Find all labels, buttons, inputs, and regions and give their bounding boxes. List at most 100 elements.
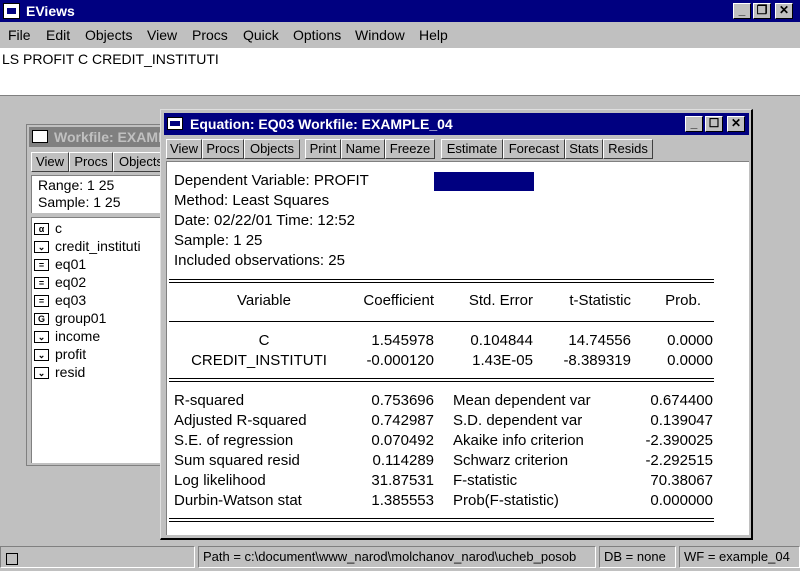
object-name: c [55, 220, 62, 236]
stat-label: Prob(F-statistic) [453, 492, 559, 509]
equation-minimize-button[interactable]: _ [685, 116, 703, 132]
restore-button[interactable]: ❐ [753, 3, 771, 19]
object-name: profit [55, 346, 87, 362]
menu-help[interactable]: Help [419, 27, 448, 43]
col-header-variable: Variable [237, 292, 291, 309]
status-indicator-icon [6, 553, 18, 565]
eq-procs-button[interactable]: Procs [202, 139, 244, 159]
col-header-prob: Prob. [665, 292, 701, 309]
stat-value: 0.000000 [650, 492, 713, 509]
equation-window[interactable]: Equation: EQ03 Workfile: EXAMPLE_04 _ ☐ … [160, 109, 753, 540]
stat-label: Durbin-Watson stat [174, 492, 302, 509]
menu-edit[interactable]: Edit [46, 27, 70, 43]
stat-label: R-squared [174, 392, 245, 409]
col-header-std-error: Std. Error [468, 292, 533, 309]
workfile-title-bar[interactable]: Workfile: EXAMPLE_04 [29, 127, 171, 147]
equation-output[interactable]: Dependent Variable: PROFIT Method: Least… [166, 161, 749, 535]
workfile-toolbar: View Procs Objects [31, 152, 173, 174]
eq-resids-button[interactable]: Resids [603, 139, 653, 159]
equation-title: Equation: EQ03 Workfile: EXAMPLE_04 [190, 116, 453, 132]
close-button[interactable]: ✕ [775, 3, 793, 19]
menu-procs[interactable]: Procs [192, 27, 228, 43]
stat-label: Adjusted R-squared [174, 412, 307, 429]
equation-window-icon[interactable] [167, 117, 183, 130]
menu-view[interactable]: View [147, 27, 177, 43]
status-bar: Path = c:\document\www_narod\molchanov_n… [0, 544, 800, 571]
status-message-panel [0, 546, 195, 568]
row-std-error: 1.43E-05 [472, 352, 533, 369]
menu-file[interactable]: File [8, 27, 31, 43]
workfile-sample: Sample: 1 25 [38, 194, 121, 210]
table-top-rule [169, 279, 714, 283]
workfile-procs-button[interactable]: Procs [69, 152, 113, 172]
equation-title-bar[interactable]: Equation: EQ03 Workfile: EXAMPLE_04 _ ☐ … [164, 113, 749, 135]
table-mid-rule [169, 378, 714, 382]
command-window[interactable]: LS PROFIT C CREDIT_INSTITUTI [0, 48, 800, 96]
workfile-window[interactable]: Workfile: EXAMPLE_04 View Procs Objects … [26, 124, 174, 466]
table-bottom-rule [169, 518, 714, 522]
dependent-variable-line: Dependent Variable: PROFIT [174, 172, 369, 189]
eq-estimate-button[interactable]: Estimate [441, 139, 503, 159]
eq-print-button[interactable]: Print [305, 139, 341, 159]
command-text[interactable]: LS PROFIT C CREDIT_INSTITUTI [2, 51, 219, 67]
col-header-coefficient: Coefficient [363, 292, 434, 309]
menu-window[interactable]: Window [355, 27, 405, 43]
stat-value: 0.070492 [371, 432, 434, 449]
method-line: Method: Least Squares [174, 192, 330, 209]
row-t-statistic: 14.74556 [568, 332, 631, 349]
minimize-button[interactable]: _ [733, 3, 751, 19]
stat-value: 70.38067 [650, 472, 713, 489]
eq-view-button[interactable]: View [166, 139, 202, 159]
status-db: DB = none [599, 546, 676, 568]
object-name: income [55, 328, 101, 344]
row-prob: 0.0000 [667, 352, 713, 369]
workfile-range-panel[interactable]: Range: 1 25 Sample: 1 25 [31, 175, 171, 213]
eq-name-button[interactable]: Name [341, 139, 385, 159]
stat-value: -2.292515 [645, 452, 713, 469]
equation-icon: = [34, 277, 49, 289]
eq-stats-button[interactable]: Stats [565, 139, 603, 159]
table-header-rule [169, 321, 714, 322]
equation-close-button[interactable]: ✕ [727, 116, 745, 132]
status-path: Path = c:\document\www_narod\molchanov_n… [198, 546, 596, 568]
equation-maximize-button[interactable]: ☐ [705, 116, 723, 132]
equation-icon: = [34, 295, 49, 307]
observations-line: Included observations: 25 [174, 252, 345, 269]
eq-objects-button[interactable]: Objects [244, 139, 300, 159]
selection-highlight [434, 172, 534, 191]
sample-line: Sample: 1 25 [174, 232, 263, 249]
object-name: eq03 [55, 292, 87, 308]
stat-label: Log likelihood [174, 472, 266, 489]
menu-options[interactable]: Options [293, 27, 341, 43]
menu-objects[interactable]: Objects [85, 27, 132, 43]
coef-icon: α [34, 223, 49, 235]
workfile-range: Range: 1 25 [38, 177, 115, 193]
row-variable: CREDIT_INSTITUTI [191, 352, 327, 369]
stat-value: 0.753696 [371, 392, 434, 409]
row-coefficient: -0.000120 [366, 352, 434, 369]
row-prob: 0.0000 [667, 332, 713, 349]
stat-label: Mean dependent var [453, 392, 591, 409]
object-name: group01 [55, 310, 107, 326]
app-title: EViews [26, 3, 75, 19]
eviews-app-icon[interactable] [3, 3, 20, 19]
series-icon: ⌄ [34, 241, 49, 253]
workfile-title: Workfile: EXAMPLE_04 [54, 129, 171, 145]
stat-label: F-statistic [453, 472, 518, 489]
menu-bar: File Edit Objects View Procs Quick Optio… [0, 23, 800, 47]
workfile-view-button[interactable]: View [31, 152, 69, 172]
stat-value: 31.87531 [371, 472, 434, 489]
stat-label: Sum squared resid [174, 452, 300, 469]
eq-forecast-button[interactable]: Forecast [503, 139, 565, 159]
workfile-icon [32, 130, 48, 143]
stat-label: Schwarz criterion [453, 452, 569, 469]
stat-label: Akaike info criterion [453, 432, 584, 449]
app-title-bar[interactable]: EViews _ ❐ ✕ [0, 0, 800, 22]
stat-value: 0.139047 [650, 412, 713, 429]
eq-freeze-button[interactable]: Freeze [385, 139, 435, 159]
stat-value: 1.385553 [371, 492, 434, 509]
menu-quick[interactable]: Quick [243, 27, 279, 43]
status-wf: WF = example_04 [679, 546, 800, 568]
series-icon: ⌄ [34, 367, 49, 379]
stat-value: -2.390025 [645, 432, 713, 449]
